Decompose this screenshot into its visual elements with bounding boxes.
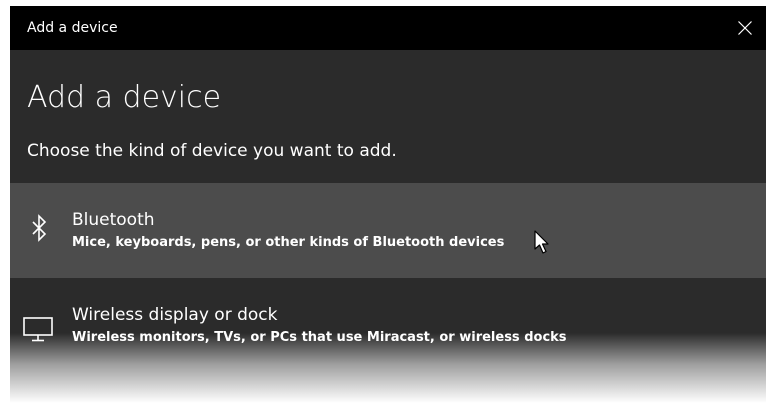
page-title: Add a device bbox=[27, 80, 222, 115]
instruction-text: Choose the kind of device you want to ad… bbox=[27, 141, 397, 161]
monitor-icon bbox=[20, 278, 60, 373]
device-option-title: Bluetooth bbox=[72, 210, 155, 230]
bluetooth-icon bbox=[20, 183, 60, 278]
device-option-description: Wireless monitors, TVs, or PCs that use … bbox=[72, 330, 567, 345]
add-device-window: Add a device Add a device Choose the kin… bbox=[10, 6, 766, 403]
device-option-wireless-display[interactable]: Wireless display or dock Wireless monito… bbox=[10, 278, 766, 373]
device-option-title: Wireless display or dock bbox=[72, 305, 278, 325]
close-button[interactable] bbox=[722, 6, 766, 50]
close-icon bbox=[738, 21, 752, 35]
device-option-bluetooth[interactable]: Bluetooth Mice, keyboards, pens, or othe… bbox=[10, 183, 766, 278]
window-title: Add a device bbox=[27, 20, 118, 36]
mouse-pointer-icon bbox=[534, 230, 550, 260]
title-bar: Add a device bbox=[10, 6, 766, 50]
device-option-description: Mice, keyboards, pens, or other kinds of… bbox=[72, 235, 505, 250]
